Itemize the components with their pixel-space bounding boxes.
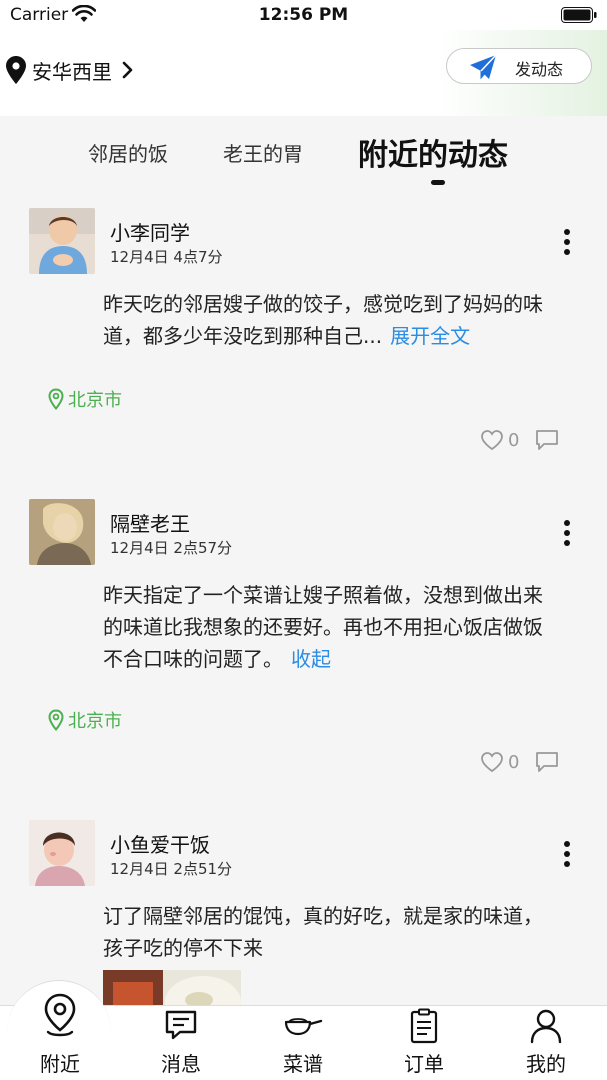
- post-location[interactable]: 北京市: [48, 707, 122, 733]
- nav-item-messages[interactable]: 消息: [131, 1008, 231, 1080]
- nav-item-me[interactable]: 我的: [496, 1008, 596, 1080]
- nav-label: 附近: [40, 1052, 80, 1076]
- heart-icon[interactable]: [480, 429, 504, 451]
- post-time: 12月4日 2点57分: [110, 539, 233, 557]
- post-author[interactable]: 隔壁老王: [110, 508, 190, 537]
- post-card: 隔壁老王 12月4日 2点57分 昨天指定了一个菜谱让嫂子照着做，没想到做出来的…: [0, 499, 607, 789]
- post-text: 昨天吃的邻居嫂子做的饺子，感觉吃到了妈妈的味道，都多少年没吃到那种自己... 展开…: [103, 288, 553, 352]
- post-location-label: 北京市: [68, 390, 122, 411]
- more-options-icon[interactable]: [561, 519, 573, 547]
- pan-icon: [284, 1018, 323, 1036]
- post-location[interactable]: 北京市: [48, 386, 122, 412]
- comment-icon[interactable]: [535, 751, 559, 773]
- post-card: 小鱼爱干饭 12月4日 2点51分 订了隔壁邻居的馄饨，真的好吃，就是家的味道，…: [0, 820, 607, 1010]
- post-time: 12月4日 4点7分: [110, 248, 223, 266]
- avatar[interactable]: [29, 499, 95, 565]
- post-update-button[interactable]: 发动态: [446, 48, 592, 84]
- post-photo[interactable]: [103, 970, 241, 1010]
- avatar[interactable]: [29, 820, 95, 886]
- post-body: 昨天吃的邻居嫂子做的饺子，感觉吃到了妈妈的味道，都多少年没吃到那种自己...: [103, 292, 543, 348]
- person-icon: [530, 1009, 562, 1044]
- post-text: 昨天指定了一个菜谱让嫂子照着做，没想到做出来的味道比我想象的还要好。再也不用担心…: [103, 579, 553, 675]
- post-location-label: 北京市: [68, 711, 122, 732]
- tab-nearby-updates[interactable]: 附近的动态: [358, 130, 508, 174]
- location-pin-icon: [44, 993, 76, 1037]
- post-time: 12月4日 2点51分: [110, 860, 233, 878]
- post-actions: 0: [480, 429, 559, 451]
- avatar[interactable]: [29, 208, 95, 274]
- more-options-icon[interactable]: [561, 228, 573, 256]
- feed-tabs: 邻居的饭 老王的胃 附近的动态: [0, 116, 607, 196]
- nav-label: 消息: [161, 1052, 201, 1076]
- like-count: 0: [508, 429, 520, 451]
- clipboard-icon: [410, 1008, 438, 1044]
- send-icon: [470, 54, 497, 80]
- nav-item-recipes[interactable]: 菜谱: [253, 1008, 353, 1080]
- expand-text-link[interactable]: 展开全文: [390, 324, 470, 348]
- post-card: 小李同学 12月4日 4点7分 昨天吃的邻居嫂子做的饺子，感觉吃到了妈妈的味道，…: [0, 208, 607, 470]
- tab-laowang-stomach[interactable]: 老王的胃: [223, 138, 303, 167]
- post-author[interactable]: 小李同学: [110, 217, 190, 246]
- post-button-label: 发动态: [515, 60, 564, 79]
- more-options-icon[interactable]: [561, 840, 573, 868]
- like-count: 0: [508, 751, 520, 773]
- location-pin-icon: [6, 56, 26, 84]
- collapse-text-link[interactable]: 收起: [291, 647, 331, 671]
- nav-label: 我的: [526, 1052, 566, 1076]
- chevron-right-icon: [122, 61, 133, 79]
- post-body: 订了隔壁邻居的馄饨，真的好吃，就是家的味道，孩子吃的停不下来: [103, 904, 543, 960]
- status-time: 12:56 PM: [258, 5, 349, 25]
- message-icon: [165, 1010, 197, 1040]
- location-selector[interactable]: 安华西里: [6, 55, 134, 85]
- nav-label: 订单: [404, 1052, 444, 1076]
- post-actions: 0: [480, 751, 559, 773]
- tab-neighbors-meals[interactable]: 邻居的饭: [88, 138, 168, 167]
- header: 安华西里 发动态: [0, 30, 607, 116]
- heart-icon[interactable]: [480, 751, 504, 773]
- battery-icon: [561, 7, 597, 23]
- nav-label: 菜谱: [283, 1052, 323, 1076]
- pin-outline-icon: [48, 388, 64, 410]
- active-tab-indicator: [431, 180, 445, 185]
- nav-item-nearby[interactable]: 附近: [10, 992, 110, 1076]
- post-text: 订了隔壁邻居的馄饨，真的好吃，就是家的味道，孩子吃的停不下来: [103, 900, 553, 964]
- post-author[interactable]: 小鱼爱干饭: [110, 829, 210, 858]
- location-label: 安华西里: [32, 59, 112, 84]
- pin-outline-icon: [48, 709, 64, 731]
- nav-item-orders[interactable]: 订单: [374, 1008, 474, 1080]
- status-bar: Carrier 12:56 PM: [0, 0, 607, 30]
- comment-icon[interactable]: [535, 429, 559, 451]
